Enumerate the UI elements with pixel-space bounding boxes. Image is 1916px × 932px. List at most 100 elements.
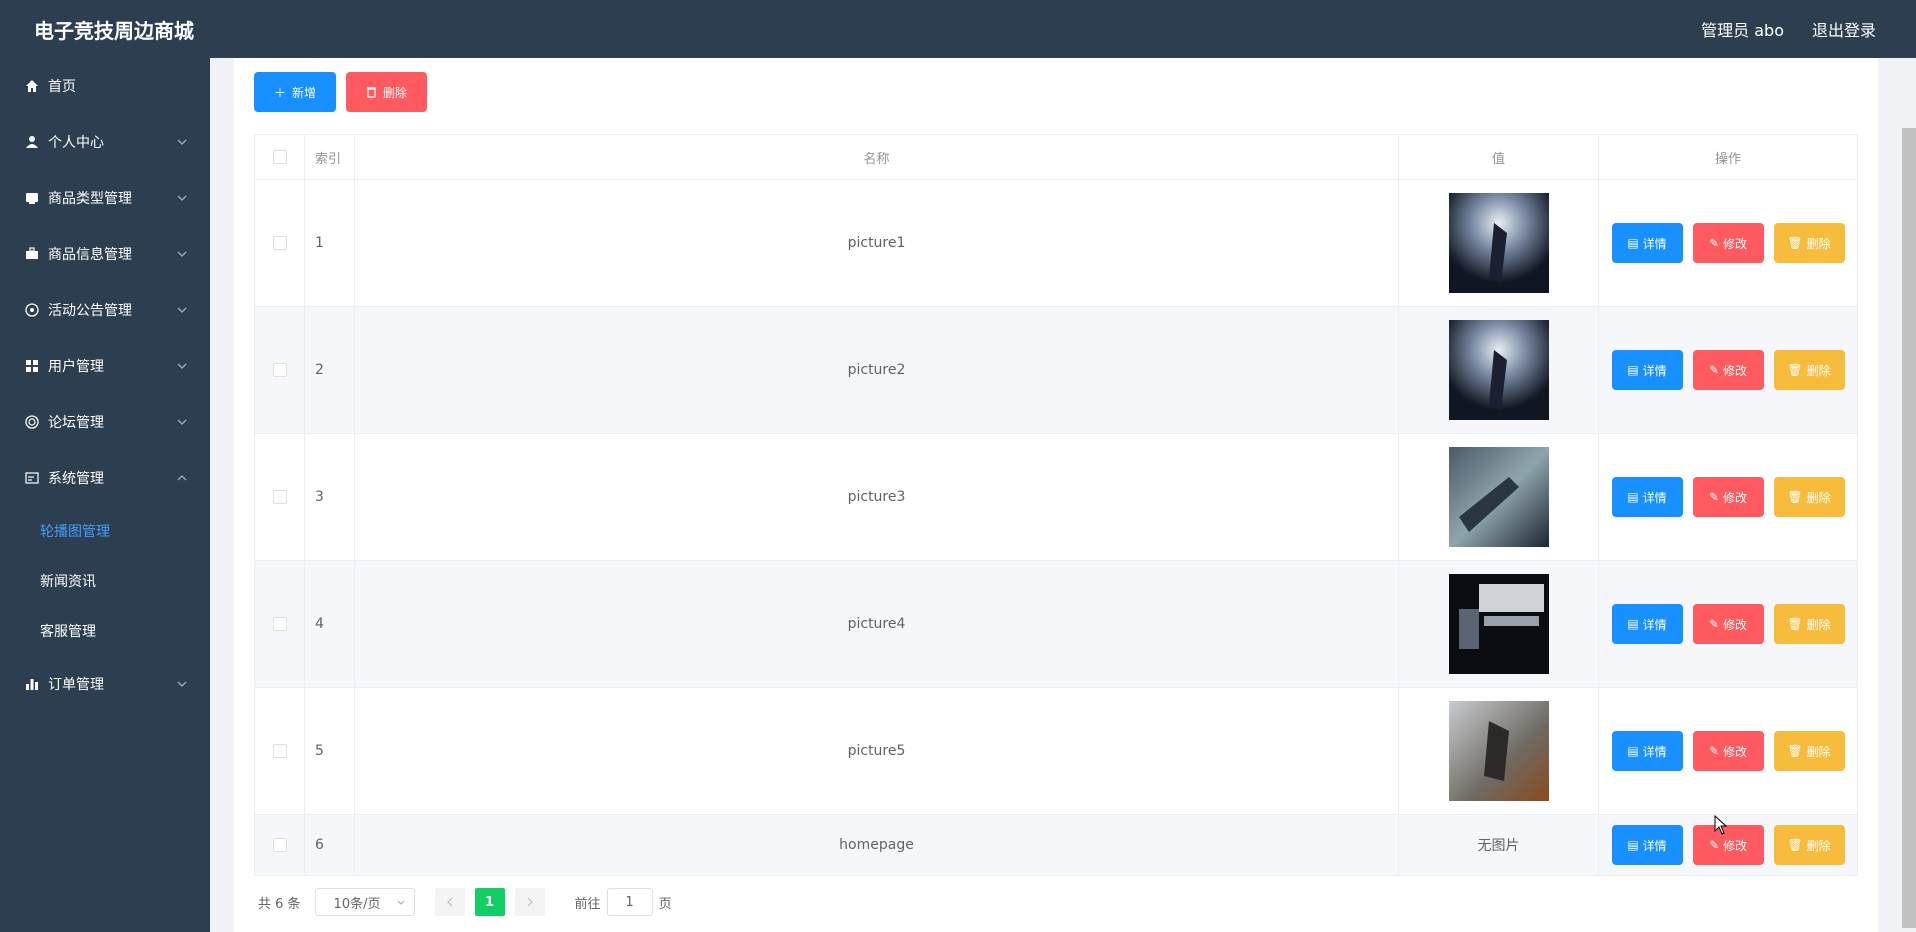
pencil-icon: ✎ bbox=[1708, 490, 1720, 504]
plus-icon: ＋ bbox=[274, 85, 287, 100]
edit-button[interactable]: ✎ 修改 bbox=[1692, 477, 1764, 517]
logout-link[interactable]: 退出登录 bbox=[1812, 17, 1876, 41]
sidebar-subitem-carousel[interactable]: 轮播图管理 bbox=[0, 506, 210, 556]
carousel-thumbnail[interactable] bbox=[1448, 447, 1549, 547]
next-page-button[interactable] bbox=[514, 888, 545, 916]
table-row: 2 picture2 ▤ 详情 ✎ 修改 🗑 删除 bbox=[255, 307, 1857, 434]
delete-button[interactable]: 🗑 删除 bbox=[1773, 223, 1845, 263]
detail-button[interactable]: ▤ 详情 bbox=[1611, 350, 1683, 390]
trash-icon: 🗑 bbox=[1787, 363, 1803, 377]
detail-button[interactable]: ▤ 详情 bbox=[1611, 825, 1683, 865]
edit-button[interactable]: ✎ 修改 bbox=[1692, 604, 1764, 644]
goto-page: 前往 页 bbox=[575, 888, 672, 916]
delete-button[interactable]: 🗑 删除 bbox=[1773, 825, 1845, 865]
edit-button[interactable]: ✎ 修改 bbox=[1692, 350, 1764, 390]
row-checkbox[interactable] bbox=[272, 236, 287, 250]
header-name: 名称 bbox=[355, 135, 1399, 179]
sidebar-item-forum[interactable]: 论坛管理 bbox=[0, 394, 210, 450]
row-name: picture4 bbox=[355, 561, 1399, 687]
trash-icon: 🗑 bbox=[1787, 838, 1803, 852]
edit-button[interactable]: ✎ 修改 bbox=[1692, 731, 1764, 771]
page-scrollbar[interactable] bbox=[1902, 128, 1916, 928]
document-icon: ▤ bbox=[1627, 744, 1639, 758]
sidebar-subitem-customer-service[interactable]: 客服管理 bbox=[0, 606, 210, 656]
chat-icon bbox=[24, 414, 40, 430]
chevron-down-icon bbox=[177, 681, 187, 687]
detail-button[interactable]: ▤ 详情 bbox=[1611, 223, 1683, 263]
detail-label: 详情 bbox=[1642, 838, 1667, 853]
chevron-down-icon bbox=[177, 251, 187, 257]
edit-label: 修改 bbox=[1723, 617, 1748, 632]
select-all-checkbox[interactable] bbox=[272, 150, 287, 164]
detail-button[interactable]: ▤ 详情 bbox=[1611, 731, 1683, 771]
sidebar-item-label: 首页 bbox=[48, 79, 76, 95]
sidebar-item-product-types[interactable]: 商品类型管理 bbox=[0, 170, 210, 226]
sidebar-item-label: 订单管理 bbox=[48, 677, 104, 693]
home-icon bbox=[24, 78, 40, 94]
row-checkbox[interactable] bbox=[272, 744, 287, 758]
pencil-icon: ✎ bbox=[1708, 838, 1720, 852]
batch-delete-button[interactable]: 删除 bbox=[346, 72, 428, 112]
add-button[interactable]: ＋ 新增 bbox=[254, 72, 337, 112]
sidebar-item-system[interactable]: 系统管理 bbox=[0, 450, 210, 506]
row-actions: ▤ 详情 ✎ 修改 🗑 删除 bbox=[1599, 307, 1857, 433]
chevron-down-icon bbox=[397, 900, 404, 905]
trash-icon: 🗑 bbox=[1787, 236, 1803, 250]
select-all-cell bbox=[255, 135, 305, 179]
row-value-cell bbox=[1399, 434, 1599, 560]
row-checkbox[interactable] bbox=[272, 617, 287, 631]
detail-button[interactable]: ▤ 详情 bbox=[1611, 604, 1683, 644]
sidebar-item-product-info[interactable]: 商品信息管理 bbox=[0, 226, 210, 282]
delete-button[interactable]: 🗑 删除 bbox=[1773, 731, 1845, 771]
table-row: 6 homepage 无图片 ▤ 详情 ✎ 修改 🗑 删除 bbox=[255, 815, 1857, 875]
edit-button[interactable]: ✎ 修改 bbox=[1692, 825, 1764, 865]
delete-button-label: 删除 bbox=[383, 85, 408, 100]
row-actions: ▤ 详情 ✎ 修改 🗑 删除 bbox=[1599, 434, 1857, 560]
sidebar-item-label: 商品信息管理 bbox=[48, 247, 132, 263]
delete-button[interactable]: 🗑 删除 bbox=[1773, 604, 1845, 644]
row-index: 6 bbox=[305, 815, 355, 875]
admin-user-label[interactable]: 管理员 abo bbox=[1701, 17, 1784, 41]
detail-label: 详情 bbox=[1642, 490, 1667, 505]
goto-page-input[interactable] bbox=[606, 888, 653, 916]
pencil-icon: ✎ bbox=[1708, 617, 1720, 631]
header-value: 值 bbox=[1399, 135, 1599, 179]
sidebar-item-home[interactable]: 首页 bbox=[0, 58, 210, 114]
carousel-thumbnail[interactable] bbox=[1448, 320, 1549, 420]
sidebar-item-profile[interactable]: 个人中心 bbox=[0, 114, 210, 170]
page-number-current[interactable]: 1 bbox=[474, 888, 505, 916]
table-row: 5 picture5 ▤ 详情 ✎ 修改 🗑 删除 bbox=[255, 688, 1857, 815]
row-checkbox[interactable] bbox=[272, 490, 287, 504]
chevron-right-icon bbox=[527, 897, 533, 907]
settings-icon bbox=[24, 470, 40, 486]
delete-label: 删除 bbox=[1806, 363, 1831, 378]
sidebar-item-label: 活动公告管理 bbox=[48, 303, 132, 319]
sidebar-item-announcements[interactable]: 活动公告管理 bbox=[0, 282, 210, 338]
edit-label: 修改 bbox=[1723, 744, 1748, 759]
delete-button[interactable]: 🗑 删除 bbox=[1773, 350, 1845, 390]
sidebar-item-orders[interactable]: 订单管理 bbox=[0, 656, 210, 712]
sidebar-item-users[interactable]: 用户管理 bbox=[0, 338, 210, 394]
edit-button[interactable]: ✎ 修改 bbox=[1692, 223, 1764, 263]
delete-label: 删除 bbox=[1806, 617, 1831, 632]
delete-label: 删除 bbox=[1806, 236, 1831, 251]
prev-page-button[interactable] bbox=[434, 888, 465, 916]
carousel-thumbnail[interactable] bbox=[1448, 574, 1549, 674]
carousel-thumbnail[interactable] bbox=[1448, 701, 1549, 801]
trash-icon: 🗑 bbox=[1787, 490, 1803, 504]
row-checkbox[interactable] bbox=[272, 838, 287, 852]
edit-label: 修改 bbox=[1723, 363, 1748, 378]
document-icon: ▤ bbox=[1627, 363, 1639, 377]
chevron-down-icon bbox=[177, 363, 187, 369]
detail-button[interactable]: ▤ 详情 bbox=[1611, 477, 1683, 517]
row-actions: ▤ 详情 ✎ 修改 🗑 删除 bbox=[1599, 815, 1857, 875]
row-checkbox[interactable] bbox=[272, 363, 287, 377]
sidebar-subitem-news[interactable]: 新闻资讯 bbox=[0, 556, 210, 606]
page-size-select[interactable]: 10条/页 bbox=[314, 888, 415, 916]
table-row: 4 picture4 ▤ 详情 ✎ 修改 🗑 删除 bbox=[255, 561, 1857, 688]
row-value-cell bbox=[1399, 307, 1599, 433]
app-title: 电子竞技周边商城 bbox=[34, 18, 194, 43]
delete-button[interactable]: 🗑 删除 bbox=[1773, 477, 1845, 517]
row-index: 4 bbox=[305, 561, 355, 687]
carousel-thumbnail[interactable] bbox=[1448, 193, 1549, 293]
